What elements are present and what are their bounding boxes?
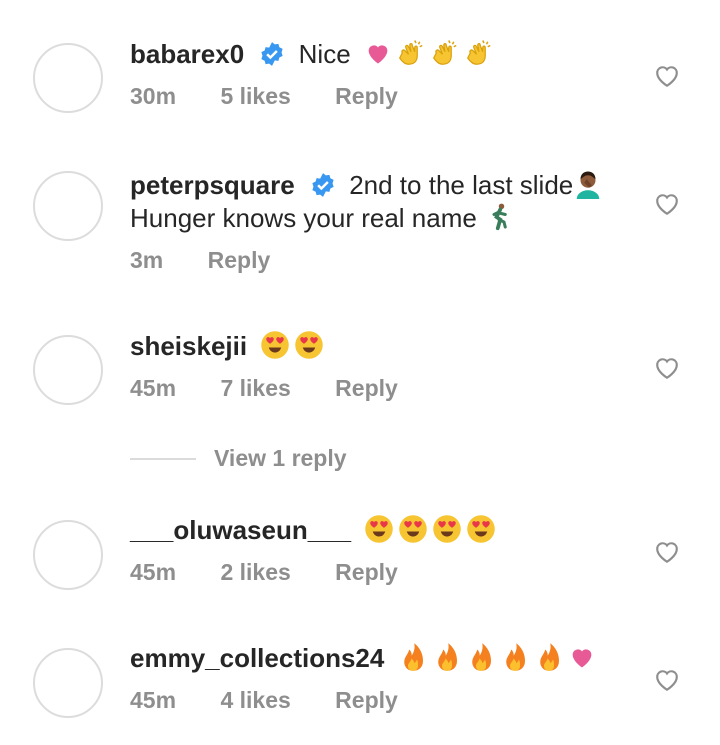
fire-icon: [403, 643, 423, 671]
comment-meta: 45m 4 likes Reply: [130, 687, 640, 714]
comment-message: 2nd to the last slide: [349, 170, 574, 200]
comment-text: peterpsquare 2nd to the last slide Hunge…: [130, 169, 640, 235]
username[interactable]: emmy_collections24: [130, 643, 384, 673]
fire-icon: [471, 643, 491, 671]
comment-time: 45m: [130, 559, 177, 585]
avatar[interactable]: [33, 171, 103, 241]
comment-body: sheiskejii 45m 7 likes Reply: [130, 330, 640, 402]
comment-meta: 3m Reply: [130, 247, 640, 274]
verified-badge-icon: [261, 42, 284, 66]
username[interactable]: ___oluwaseun___: [130, 515, 351, 545]
username[interactable]: peterpsquare: [130, 170, 295, 200]
comment-time: 30m: [130, 83, 177, 109]
comment-meta: 45m 2 likes Reply: [130, 559, 640, 586]
comment-text: ___oluwaseun___: [130, 514, 640, 547]
avatar[interactable]: [33, 520, 103, 590]
runner-icon: [492, 203, 507, 231]
avatar[interactable]: [33, 43, 103, 113]
comment-message-line2: Hunger knows your real name: [130, 203, 477, 233]
heart-eyes-icon: [467, 515, 496, 543]
comment-meta: 45m 7 likes Reply: [130, 375, 640, 402]
comment-meta: 30m 5 likes Reply: [130, 83, 640, 110]
like-heart-icon[interactable]: [654, 64, 680, 88]
fire-icon: [539, 643, 559, 671]
heart-eyes-icon: [433, 515, 462, 543]
likes-count[interactable]: 2 likes: [220, 559, 290, 585]
comment-body: peterpsquare 2nd to the last slide Hunge…: [130, 169, 640, 274]
clap-icon: [466, 40, 491, 65]
fire-icon: [437, 643, 457, 671]
reply-button[interactable]: Reply: [335, 687, 398, 713]
pink-heart-icon: [572, 649, 591, 668]
comment-text: sheiskejii: [130, 330, 640, 363]
comment-text: babarex0 Nice: [130, 38, 640, 71]
view-replies-label[interactable]: View 1 reply: [214, 445, 347, 472]
facepalm-icon: [577, 171, 600, 199]
clap-icon: [398, 40, 423, 65]
comment-time: 45m: [130, 687, 177, 713]
heart-eyes-icon: [399, 515, 428, 543]
reply-button[interactable]: Reply: [335, 559, 398, 585]
likes-count[interactable]: 7 likes: [220, 375, 290, 401]
likes-count[interactable]: 5 likes: [220, 83, 290, 109]
pink-heart-icon: [368, 45, 388, 64]
likes-count[interactable]: 4 likes: [220, 687, 290, 713]
comment-body: emmy_collections24 45m 4 likes Reply: [130, 642, 640, 714]
reply-button[interactable]: Reply: [335, 83, 398, 109]
like-heart-icon[interactable]: [654, 356, 680, 380]
comment-message: Nice: [298, 39, 351, 69]
like-heart-icon[interactable]: [654, 668, 680, 692]
fire-icon: [505, 643, 525, 671]
heart-eyes-icon: [365, 515, 394, 543]
avatar[interactable]: [33, 648, 103, 718]
comment-time: 45m: [130, 375, 177, 401]
avatar[interactable]: [33, 335, 103, 405]
comment-text: emmy_collections24: [130, 642, 640, 675]
comment-body: babarex0 Nice 30m 5 likes Reply: [130, 38, 640, 110]
comment-time: 3m: [130, 247, 164, 273]
verified-badge-icon: [312, 173, 334, 197]
username[interactable]: sheiskejii: [130, 331, 247, 361]
comment-body: ___oluwaseun___ 45m 2 likes Reply: [130, 514, 640, 586]
clap-icon: [432, 40, 457, 65]
like-heart-icon[interactable]: [654, 192, 680, 216]
reply-button[interactable]: Reply: [335, 375, 398, 401]
heart-eyes-icon: [261, 331, 290, 359]
divider: [130, 457, 196, 460]
heart-eyes-icon: [295, 331, 324, 359]
view-replies-button[interactable]: View 1 reply: [130, 445, 347, 472]
like-heart-icon[interactable]: [654, 540, 680, 564]
username[interactable]: babarex0: [130, 39, 244, 69]
reply-button[interactable]: Reply: [208, 247, 271, 273]
